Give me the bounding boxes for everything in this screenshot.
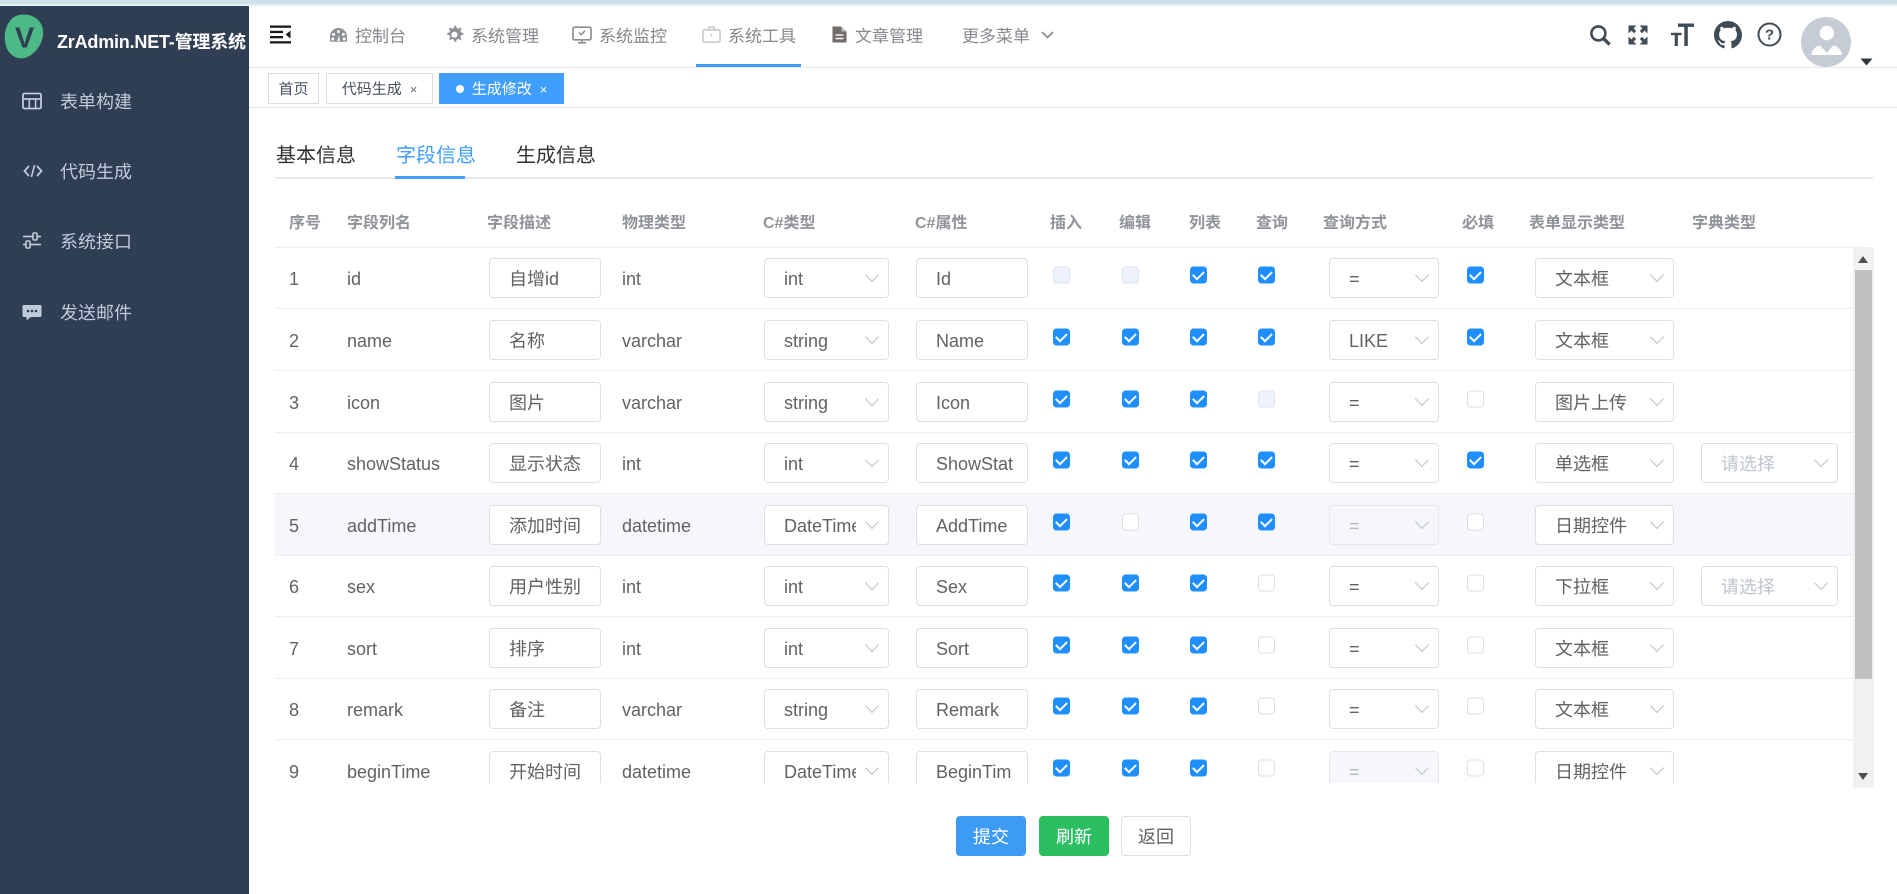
- svg-text:V: V: [15, 15, 35, 57]
- svg-text:?: ?: [1765, 24, 1774, 45]
